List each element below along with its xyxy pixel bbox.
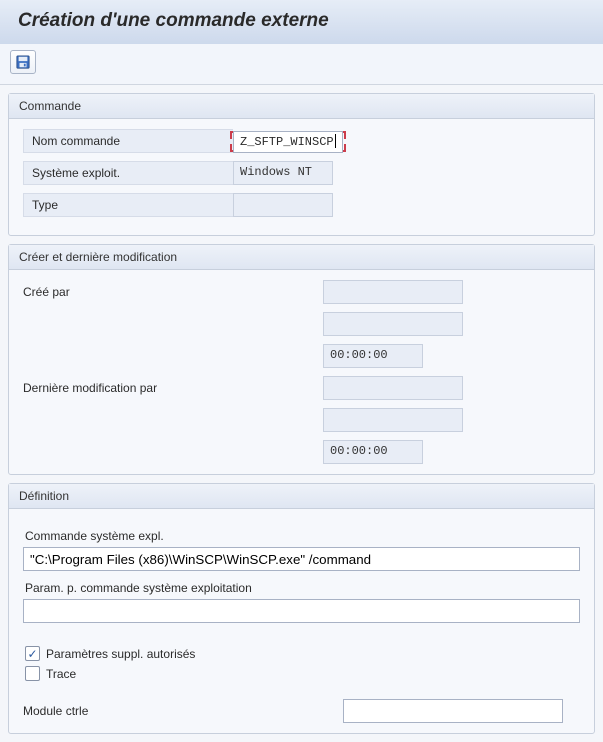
toolbar (0, 44, 603, 85)
cree-par-label: Créé par (23, 285, 323, 299)
group-modification: Créer et dernière modification Créé par … (8, 244, 595, 475)
cree-par-time: 00:00:00 (323, 344, 423, 368)
nom-commande-input[interactable]: Z_SFTP_WINSCP (233, 131, 343, 153)
checkbox-extra-params[interactable]: ✓ (25, 646, 40, 661)
cree-par-user (323, 280, 463, 304)
param-label: Param. p. commande système exploitation (25, 581, 578, 595)
group-modification-title: Créer et dernière modification (9, 245, 594, 270)
save-icon (16, 55, 30, 69)
modif-par-time: 00:00:00 (323, 440, 423, 464)
type-label: Type (23, 193, 233, 217)
save-button[interactable] (10, 50, 36, 74)
modif-par-date (323, 408, 463, 432)
nom-commande-label: Nom commande (23, 129, 233, 153)
cree-par-date (323, 312, 463, 336)
param-input[interactable] (23, 599, 580, 623)
checkbox-extra-params-label: Paramètres suppl. autorisés (46, 647, 195, 661)
text-caret (335, 134, 336, 148)
cmd-sys-label: Commande système expl. (25, 529, 578, 543)
systeme-value: Windows NT (233, 161, 333, 185)
modif-par-user (323, 376, 463, 400)
modif-par-label: Dernière modification par (23, 381, 323, 395)
group-definition: Définition Commande système expl. Param.… (8, 483, 595, 734)
page-title: Création d'une commande externe (0, 0, 603, 44)
checkbox-trace-label: Trace (46, 667, 76, 681)
group-commande-title: Commande (9, 94, 594, 119)
module-ctrle-label: Module ctrle (23, 704, 343, 718)
group-definition-title: Définition (9, 484, 594, 509)
group-commande: Commande Nom commande Z_SFTP_WINSCP Syst… (8, 93, 595, 236)
systeme-label: Système exploit. (23, 161, 233, 185)
type-value (233, 193, 333, 217)
checkbox-trace[interactable] (25, 666, 40, 681)
module-ctrle-input[interactable] (343, 699, 563, 723)
cmd-sys-input[interactable] (23, 547, 580, 571)
